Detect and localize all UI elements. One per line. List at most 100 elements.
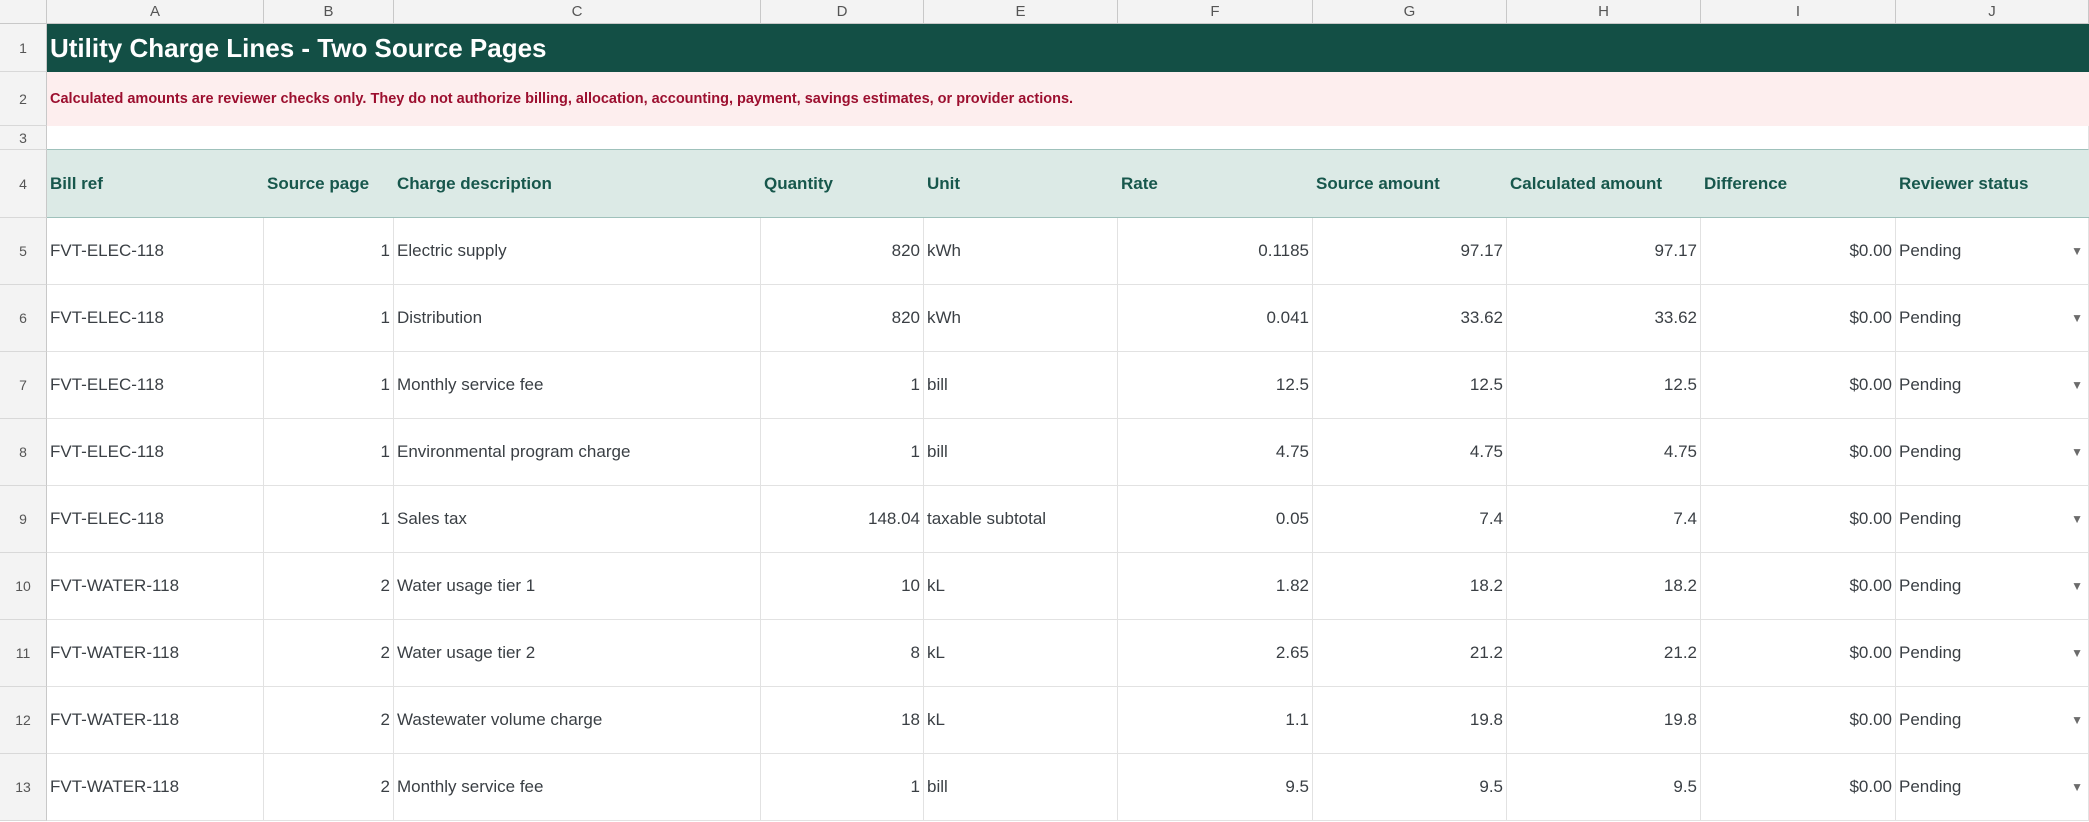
calculated-amount-cell[interactable]: 7.4 bbox=[1507, 486, 1701, 553]
calculated-amount-cell[interactable]: 4.75 bbox=[1507, 419, 1701, 486]
source-amount-cell[interactable]: 7.4 bbox=[1313, 486, 1507, 553]
source-amount-cell[interactable]: 97.17 bbox=[1313, 218, 1507, 285]
source-amount-cell[interactable]: 12.5 bbox=[1313, 352, 1507, 419]
caret-down-icon[interactable]: ▼ bbox=[2071, 244, 2083, 258]
difference-cell[interactable]: $0.00 bbox=[1701, 486, 1896, 553]
unit-cell[interactable]: kL bbox=[924, 553, 1118, 620]
column-header-j[interactable]: J bbox=[1896, 0, 2089, 24]
source-page-cell[interactable]: 1 bbox=[264, 352, 394, 419]
bill-ref-cell[interactable]: FVT-ELEC-118 bbox=[47, 352, 264, 419]
rate-cell[interactable]: 0.05 bbox=[1118, 486, 1313, 553]
charge-description-cell[interactable]: Wastewater volume charge bbox=[394, 687, 761, 754]
calculated-amount-cell[interactable]: 9.5 bbox=[1507, 754, 1701, 821]
charge-description-cell[interactable]: Distribution bbox=[394, 285, 761, 352]
difference-cell[interactable]: $0.00 bbox=[1701, 285, 1896, 352]
row-header[interactable]: 13 bbox=[0, 754, 47, 821]
row-header[interactable]: 2 bbox=[0, 72, 47, 126]
caret-down-icon[interactable]: ▼ bbox=[2071, 512, 2083, 526]
header-charge-description[interactable]: Charge description bbox=[394, 150, 761, 218]
bill-ref-cell[interactable]: FVT-WATER-118 bbox=[47, 553, 264, 620]
source-amount-cell[interactable]: 19.8 bbox=[1313, 687, 1507, 754]
charge-description-cell[interactable]: Environmental program charge bbox=[394, 419, 761, 486]
unit-cell[interactable]: taxable subtotal bbox=[924, 486, 1118, 553]
caret-down-icon[interactable]: ▼ bbox=[2071, 445, 2083, 459]
source-amount-cell[interactable]: 21.2 bbox=[1313, 620, 1507, 687]
source-page-cell[interactable]: 1 bbox=[264, 218, 394, 285]
reviewer-status-dropdown[interactable]: Pending ▼ bbox=[1896, 553, 2089, 620]
rate-cell[interactable]: 2.65 bbox=[1118, 620, 1313, 687]
caret-down-icon[interactable]: ▼ bbox=[2071, 646, 2083, 660]
difference-cell[interactable]: $0.00 bbox=[1701, 553, 1896, 620]
calculated-amount-cell[interactable]: 12.5 bbox=[1507, 352, 1701, 419]
row-header[interactable]: 7 bbox=[0, 352, 47, 419]
row-header[interactable]: 6 bbox=[0, 285, 47, 352]
bill-ref-cell[interactable]: FVT-WATER-118 bbox=[47, 687, 264, 754]
row-header[interactable]: 9 bbox=[0, 486, 47, 553]
caret-down-icon[interactable]: ▼ bbox=[2071, 780, 2083, 794]
source-page-cell[interactable]: 2 bbox=[264, 754, 394, 821]
calculated-amount-cell[interactable]: 21.2 bbox=[1507, 620, 1701, 687]
unit-cell[interactable]: bill bbox=[924, 754, 1118, 821]
row-header[interactable]: 4 bbox=[0, 150, 47, 218]
difference-cell[interactable]: $0.00 bbox=[1701, 754, 1896, 821]
row-header[interactable]: 11 bbox=[0, 620, 47, 687]
charge-description-cell[interactable]: Monthly service fee bbox=[394, 754, 761, 821]
row-header[interactable]: 10 bbox=[0, 553, 47, 620]
charge-description-cell[interactable]: Monthly service fee bbox=[394, 352, 761, 419]
reviewer-status-dropdown[interactable]: Pending ▼ bbox=[1896, 285, 2089, 352]
bill-ref-cell[interactable]: FVT-ELEC-118 bbox=[47, 486, 264, 553]
quantity-cell[interactable]: 10 bbox=[761, 553, 924, 620]
header-source-amount[interactable]: Source amount bbox=[1313, 150, 1507, 218]
column-header-i[interactable]: I bbox=[1701, 0, 1896, 24]
reviewer-status-dropdown[interactable]: Pending ▼ bbox=[1896, 754, 2089, 821]
reviewer-status-dropdown[interactable]: Pending ▼ bbox=[1896, 687, 2089, 754]
sheet-title[interactable]: Utility Charge Lines - Two Source Pages bbox=[47, 24, 2089, 72]
bill-ref-cell[interactable]: FVT-WATER-118 bbox=[47, 754, 264, 821]
unit-cell[interactable]: bill bbox=[924, 352, 1118, 419]
difference-cell[interactable]: $0.00 bbox=[1701, 352, 1896, 419]
charge-description-cell[interactable]: Electric supply bbox=[394, 218, 761, 285]
source-amount-cell[interactable]: 33.62 bbox=[1313, 285, 1507, 352]
row-header[interactable]: 1 bbox=[0, 24, 47, 72]
difference-cell[interactable]: $0.00 bbox=[1701, 419, 1896, 486]
rate-cell[interactable]: 0.041 bbox=[1118, 285, 1313, 352]
bill-ref-cell[interactable]: FVT-ELEC-118 bbox=[47, 285, 264, 352]
quantity-cell[interactable]: 820 bbox=[761, 218, 924, 285]
difference-cell[interactable]: $0.00 bbox=[1701, 218, 1896, 285]
source-amount-cell[interactable]: 18.2 bbox=[1313, 553, 1507, 620]
unit-cell[interactable]: bill bbox=[924, 419, 1118, 486]
source-page-cell[interactable]: 1 bbox=[264, 486, 394, 553]
rate-cell[interactable]: 1.82 bbox=[1118, 553, 1313, 620]
quantity-cell[interactable]: 1 bbox=[761, 419, 924, 486]
reviewer-status-dropdown[interactable]: Pending ▼ bbox=[1896, 352, 2089, 419]
source-page-cell[interactable]: 2 bbox=[264, 620, 394, 687]
difference-cell[interactable]: $0.00 bbox=[1701, 620, 1896, 687]
unit-cell[interactable]: kL bbox=[924, 620, 1118, 687]
unit-cell[interactable]: kWh bbox=[924, 285, 1118, 352]
quantity-cell[interactable]: 18 bbox=[761, 687, 924, 754]
bill-ref-cell[interactable]: FVT-WATER-118 bbox=[47, 620, 264, 687]
source-page-cell[interactable]: 2 bbox=[264, 553, 394, 620]
caret-down-icon[interactable]: ▼ bbox=[2071, 579, 2083, 593]
column-header-f[interactable]: F bbox=[1118, 0, 1313, 24]
bill-ref-cell[interactable]: FVT-ELEC-118 bbox=[47, 419, 264, 486]
quantity-cell[interactable]: 820 bbox=[761, 285, 924, 352]
reviewer-status-dropdown[interactable]: Pending ▼ bbox=[1896, 486, 2089, 553]
header-difference[interactable]: Difference bbox=[1701, 150, 1896, 218]
source-page-cell[interactable]: 1 bbox=[264, 419, 394, 486]
unit-cell[interactable]: kL bbox=[924, 687, 1118, 754]
header-quantity[interactable]: Quantity bbox=[761, 150, 924, 218]
column-header-h[interactable]: H bbox=[1507, 0, 1701, 24]
reviewer-status-dropdown[interactable]: Pending ▼ bbox=[1896, 218, 2089, 285]
source-amount-cell[interactable]: 4.75 bbox=[1313, 419, 1507, 486]
quantity-cell[interactable]: 1 bbox=[761, 352, 924, 419]
header-rate[interactable]: Rate bbox=[1118, 150, 1313, 218]
calculated-amount-cell[interactable]: 33.62 bbox=[1507, 285, 1701, 352]
header-reviewer-status[interactable]: Reviewer status bbox=[1896, 150, 2089, 218]
column-header-d[interactable]: D bbox=[761, 0, 924, 24]
rate-cell[interactable]: 1.1 bbox=[1118, 687, 1313, 754]
source-page-cell[interactable]: 2 bbox=[264, 687, 394, 754]
unit-cell[interactable]: kWh bbox=[924, 218, 1118, 285]
header-calculated-amount[interactable]: Calculated amount bbox=[1507, 150, 1701, 218]
source-page-cell[interactable]: 1 bbox=[264, 285, 394, 352]
